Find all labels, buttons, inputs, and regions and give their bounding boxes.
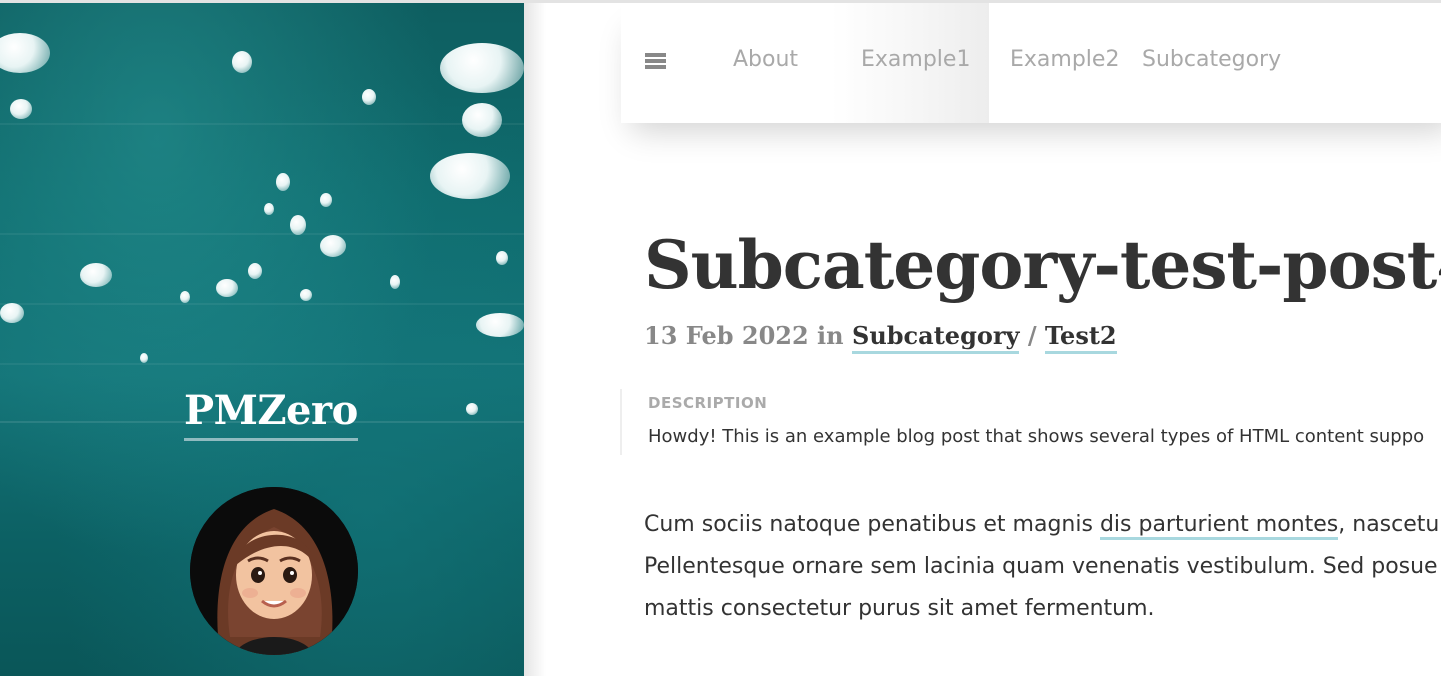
post-category-test2[interactable]: Test2	[1044, 321, 1117, 354]
sidebar: PMZero	[0, 3, 524, 676]
nav-link-about[interactable]: About	[733, 47, 798, 72]
body-text-segment: Cum sociis natoque penatibus et magnis	[644, 512, 1100, 537]
post-date: 13 Feb 2022	[644, 321, 809, 350]
top-navigation: About Example1 Example2 Subcategory	[621, 3, 1441, 123]
body-link-dis-parturient-montes[interactable]: dis parturient montes	[1099, 512, 1339, 540]
avatar-illustration	[190, 487, 358, 655]
body-paragraph-line-1: Cum sociis natoque penatibus et magnis d…	[644, 504, 1441, 546]
post-title: Subcategory-test-post4	[644, 226, 1441, 304]
post-category-subcategory[interactable]: Subcategory	[851, 321, 1020, 354]
author-avatar[interactable]	[190, 487, 358, 655]
main-content: About Example1 Example2 Subcategory Subc…	[524, 3, 1441, 676]
post-meta: 13 Feb 2022 in Subcategory / Test2	[644, 321, 1117, 354]
body-paragraph-line-3: mattis consectetur purus sit amet fermen…	[644, 596, 1155, 621]
category-separator: /	[1027, 321, 1037, 350]
nav-link-subcategory[interactable]: Subcategory	[1142, 47, 1281, 72]
description-text: Howdy! This is an example blog post that…	[648, 426, 1425, 447]
body-paragraph-line-2: Pellentesque ornare sem lacinia quam ven…	[644, 554, 1438, 579]
body-text-segment: , nascetu	[1338, 512, 1440, 537]
post-meta-in: in	[817, 321, 844, 350]
page: PMZero About Example1 Example2 Subcatego…	[0, 0, 1441, 676]
nav-link-example2[interactable]: Example2	[1010, 47, 1119, 72]
post-body: Cum sociis natoque penatibus et magnis d…	[644, 504, 1441, 630]
post-description: DESCRIPTION Howdy! This is an example bl…	[620, 389, 1441, 455]
description-label: DESCRIPTION	[648, 394, 768, 412]
blog-title-link[interactable]: PMZero	[184, 385, 358, 441]
hamburger-menu-icon[interactable]	[645, 53, 667, 71]
nav-link-example1[interactable]: Example1	[861, 47, 970, 72]
